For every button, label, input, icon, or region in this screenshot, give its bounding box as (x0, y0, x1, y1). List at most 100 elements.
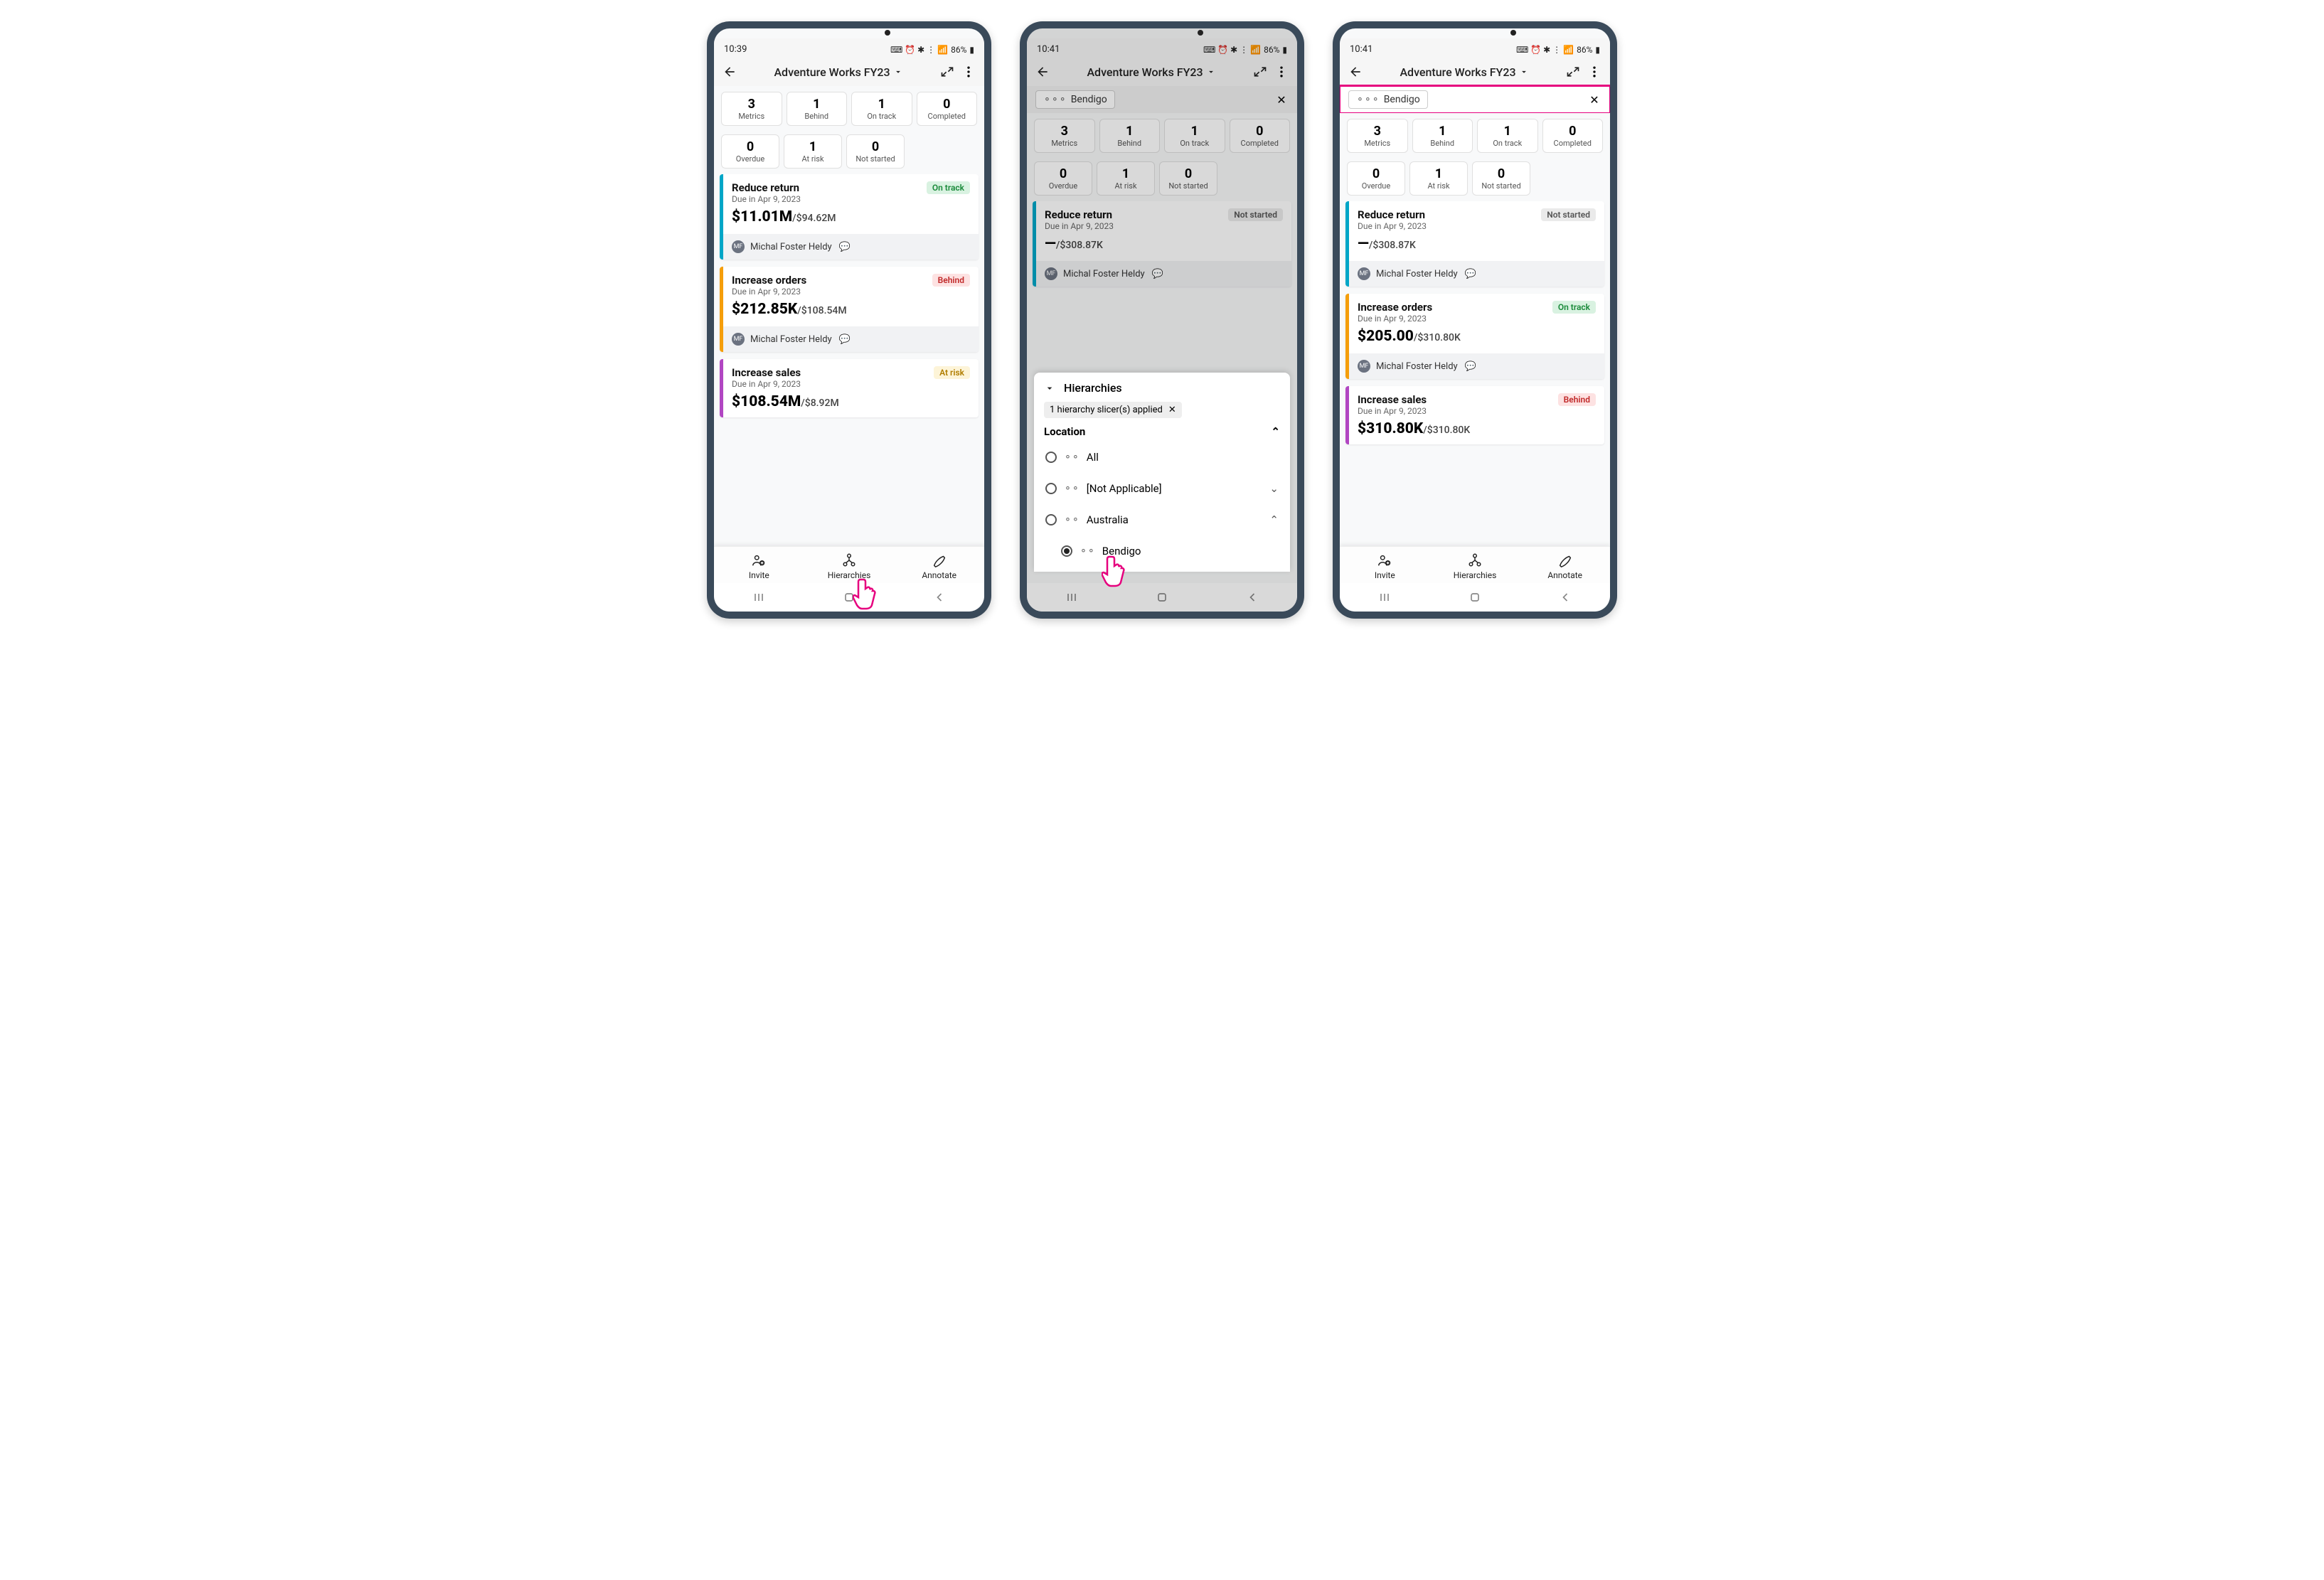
chevron-down-icon (893, 67, 903, 77)
phone-frame-1: 10:39 ⌨ ⏰ ✱ ⋮ 📶 86% ▮ Adventure Works FY… (707, 21, 991, 619)
radio-icon (1045, 452, 1057, 463)
more-icon[interactable] (1587, 65, 1601, 79)
annotate-button[interactable]: Annotate (1520, 553, 1610, 580)
hierarchy-icon: ⚬⚬ (1064, 452, 1080, 463)
home-icon[interactable] (1468, 590, 1482, 607)
stat-atrisk[interactable]: 1At risk (784, 134, 842, 169)
phone-frame-2: 10:41 ⌨ ⏰ ✱ ⋮ 📶 86% ▮ Adventure Works FY… (1020, 21, 1304, 619)
hierarchy-icon: ⚬⚬⚬ (1356, 95, 1380, 105)
filter-bar: ⚬⚬⚬ Bendigo ✕ (1340, 86, 1610, 113)
phone-frame-3: 10:41 ⌨ ⏰ ✱ ⋮ 📶 86% ▮ Adventure Works FY… (1333, 21, 1617, 619)
hierarchies-icon (841, 553, 857, 568)
hierarchies-icon (1467, 553, 1483, 568)
metric-card[interactable]: Increase orders Due in Apr 9, 2023 On tr… (1345, 294, 1604, 379)
back-icon[interactable] (1348, 65, 1363, 79)
chevron-down-icon (1044, 383, 1055, 394)
page-title[interactable]: Adventure Works FY23 (744, 65, 933, 79)
clock: 10:41 (1350, 44, 1372, 55)
group-header[interactable]: Location ⌃ (1044, 425, 1280, 438)
android-navbar (714, 583, 984, 612)
metric-card[interactable]: Reduce return Due in Apr 9, 2023 Not sta… (1345, 201, 1604, 287)
recent-apps-icon[interactable] (1377, 590, 1392, 607)
hierarchy-icon: ⚬⚬ (1064, 515, 1080, 525)
app-bar: Adventure Works FY23 (714, 58, 984, 86)
stat-behind[interactable]: 1Behind (787, 92, 848, 126)
back-icon[interactable] (723, 65, 737, 79)
bottom-actions: Invite Hierarchies Annotate (714, 546, 984, 583)
status-badge: Not started (1541, 208, 1596, 221)
more-icon[interactable] (961, 65, 976, 79)
status-icons: ⌨ ⏰ ✱ ⋮ 📶 86% ▮ (1516, 45, 1600, 55)
card-owner: MF Michal Foster Heldy 💬 (723, 234, 979, 260)
status-badge: Behind (1558, 393, 1596, 406)
stat-overdue[interactable]: 0Overdue (721, 134, 779, 169)
metric-cards: Reduce return Due in Apr 9, 2023 Not sta… (1340, 201, 1610, 546)
invite-button[interactable]: Invite (1340, 553, 1430, 580)
metric-card[interactable]: Increase sales Due in Apr 9, 2023 At ris… (720, 359, 979, 417)
screen-3: 10:41 ⌨ ⏰ ✱ ⋮ 📶 86% ▮ Adventure Works FY… (1340, 28, 1610, 612)
avatar: MF (732, 240, 745, 253)
radio-icon (1045, 483, 1057, 494)
chevron-down-icon (1519, 67, 1529, 77)
close-icon[interactable]: ✕ (1587, 92, 1601, 107)
stat-tiles: 3Metrics 1Behind 1On track 0Completed 0O… (714, 86, 984, 174)
metric-card[interactable]: Reduce return Due in Apr 9, 2023 On trac… (720, 174, 979, 260)
invite-icon (751, 553, 767, 568)
hierarchy-option[interactable]: ⚬⚬Australia⌃ (1044, 508, 1280, 532)
status-badge: At risk (934, 366, 970, 379)
chevron-up-icon: ⌃ (1271, 425, 1280, 438)
chevron-down-icon: ⌄ (1269, 482, 1279, 495)
annotate-button[interactable]: Annotate (894, 553, 984, 580)
panel-header[interactable]: Hierarchies (1044, 381, 1280, 395)
hierarchy-option[interactable]: ⚬⚬All (1044, 445, 1280, 469)
hierarchies-button[interactable]: Hierarchies (1430, 553, 1520, 580)
card-value: $11.01M/$94.62M (732, 208, 970, 225)
expand-icon[interactable] (1566, 65, 1580, 79)
android-navbar (1340, 583, 1610, 612)
slicer-applied-chip[interactable]: 1 hierarchy slicer(s) applied ✕ (1044, 402, 1182, 418)
filter-chip[interactable]: ⚬⚬⚬ Bendigo (1348, 90, 1428, 109)
hierarchies-panel: Hierarchies 1 hierarchy slicer(s) applie… (1034, 373, 1290, 572)
status-badge: On track (927, 181, 970, 194)
status-bar: 10:39 ⌨ ⏰ ✱ ⋮ 📶 86% ▮ (714, 38, 984, 58)
card-title: Reduce return (732, 181, 801, 194)
expand-icon[interactable] (940, 65, 954, 79)
stat-metrics[interactable]: 3Metrics (721, 92, 782, 126)
comment-icon[interactable]: 💬 (838, 240, 852, 254)
comment-icon[interactable]: 💬 (838, 332, 852, 346)
stat-completed[interactable]: 0Completed (917, 92, 978, 126)
screen-1: 10:39 ⌨ ⏰ ✱ ⋮ 📶 86% ▮ Adventure Works FY… (714, 28, 984, 612)
hierarchy-option[interactable]: ⚬⚬Bendigo (1044, 539, 1280, 563)
back-nav-icon[interactable] (1558, 590, 1572, 607)
stat-tiles: 3Metrics 1Behind 1On track 0Completed 0O… (1340, 113, 1610, 201)
status-badge: Behind (932, 274, 970, 287)
stat-ontrack[interactable]: 1On track (851, 92, 912, 126)
metric-cards: Reduce return Due in Apr 9, 2023 On trac… (714, 174, 984, 546)
status-bar: 10:41 ⌨ ⏰ ✱ ⋮ 📶 86% ▮ (1340, 38, 1610, 58)
recent-apps-icon[interactable] (752, 590, 766, 607)
back-nav-icon[interactable] (932, 590, 947, 607)
home-icon[interactable] (842, 590, 856, 607)
screen-2: 10:41 ⌨ ⏰ ✱ ⋮ 📶 86% ▮ Adventure Works FY… (1027, 28, 1297, 612)
comment-icon[interactable]: 💬 (1464, 267, 1478, 281)
annotate-icon (1557, 553, 1573, 568)
stat-notstarted[interactable]: 0Not started (846, 134, 905, 169)
metric-card[interactable]: Increase orders Due in Apr 9, 2023 Behin… (720, 267, 979, 352)
chevron-up-icon: ⌃ (1269, 513, 1279, 526)
invite-button[interactable]: Invite (714, 553, 804, 580)
page-title[interactable]: Adventure Works FY23 (1370, 65, 1559, 79)
comment-icon[interactable]: 💬 (1464, 359, 1478, 373)
radio-icon (1061, 545, 1072, 557)
hierarchy-icon: ⚬⚬ (1064, 484, 1080, 494)
hierarchies-button[interactable]: Hierarchies (804, 553, 895, 580)
close-icon[interactable]: ✕ (1168, 405, 1176, 415)
radio-icon (1045, 514, 1057, 525)
hierarchy-option[interactable]: ⚬⚬[Not Applicable]⌄ (1044, 476, 1280, 501)
status-badge: On track (1552, 301, 1596, 314)
bottom-actions: Invite Hierarchies Annotate (1340, 546, 1610, 583)
invite-icon (1377, 553, 1392, 568)
annotate-icon (932, 553, 947, 568)
app-bar: Adventure Works FY23 (1340, 58, 1610, 86)
card-due: Due in Apr 9, 2023 (732, 194, 801, 204)
metric-card[interactable]: Increase sales Due in Apr 9, 2023 Behind… (1345, 386, 1604, 444)
